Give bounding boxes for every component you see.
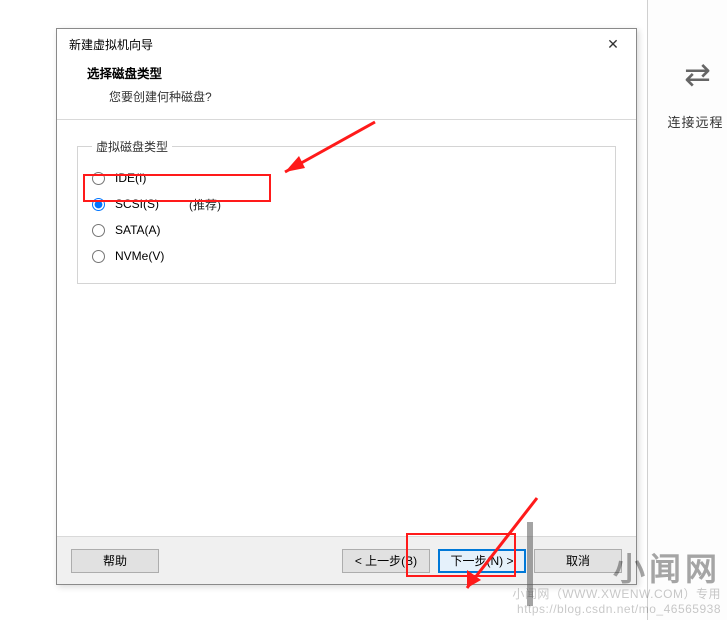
option-ide[interactable]: IDE(I) bbox=[92, 165, 601, 191]
connect-remote-icon: ⇄ bbox=[684, 58, 711, 90]
connect-remote-label: 连接远程 bbox=[667, 112, 723, 131]
titlebar: 新建虚拟机向导 ✕ bbox=[57, 29, 636, 59]
option-label: SATA(A) bbox=[115, 223, 161, 237]
dialog-title: 新建虚拟机向导 bbox=[69, 36, 596, 53]
page-subtitle: 您要创建何种磁盘? bbox=[109, 88, 616, 105]
cancel-button[interactable]: 取消 bbox=[534, 549, 622, 573]
wizard-footer: 帮助 < 上一步(B) 下一步(N) > 取消 bbox=[57, 536, 636, 584]
group-legend: 虚拟磁盘类型 bbox=[92, 138, 172, 155]
close-button[interactable]: ✕ bbox=[596, 32, 630, 56]
option-label: IDE(I) bbox=[115, 171, 146, 185]
option-nvme[interactable]: NVMe(V) bbox=[92, 243, 601, 269]
parent-panel: ⇄ 连接远程 bbox=[647, 0, 727, 620]
option-scsi[interactable]: SCSI(S) (推荐) bbox=[92, 191, 601, 217]
next-button[interactable]: 下一步(N) > bbox=[438, 549, 526, 573]
wizard-dialog: 新建虚拟机向导 ✕ 选择磁盘类型 您要创建何种磁盘? 虚拟磁盘类型 IDE(I)… bbox=[56, 28, 637, 585]
disk-type-group: 虚拟磁盘类型 IDE(I) SCSI(S) (推荐) SATA(A) NVMe(… bbox=[77, 138, 616, 284]
help-button[interactable]: 帮助 bbox=[71, 549, 159, 573]
radio-scsi[interactable] bbox=[92, 198, 105, 211]
radio-ide[interactable] bbox=[92, 172, 105, 185]
option-label: SCSI(S) bbox=[115, 197, 159, 211]
wizard-body: 虚拟磁盘类型 IDE(I) SCSI(S) (推荐) SATA(A) NVMe(… bbox=[57, 120, 636, 536]
radio-sata[interactable] bbox=[92, 224, 105, 237]
radio-nvme[interactable] bbox=[92, 250, 105, 263]
wizard-header: 选择磁盘类型 您要创建何种磁盘? bbox=[57, 59, 636, 119]
option-sata[interactable]: SATA(A) bbox=[92, 217, 601, 243]
option-label: NVMe(V) bbox=[115, 249, 164, 263]
recommended-badge: (推荐) bbox=[189, 196, 221, 213]
page-title: 选择磁盘类型 bbox=[87, 63, 616, 82]
back-button[interactable]: < 上一步(B) bbox=[342, 549, 430, 573]
